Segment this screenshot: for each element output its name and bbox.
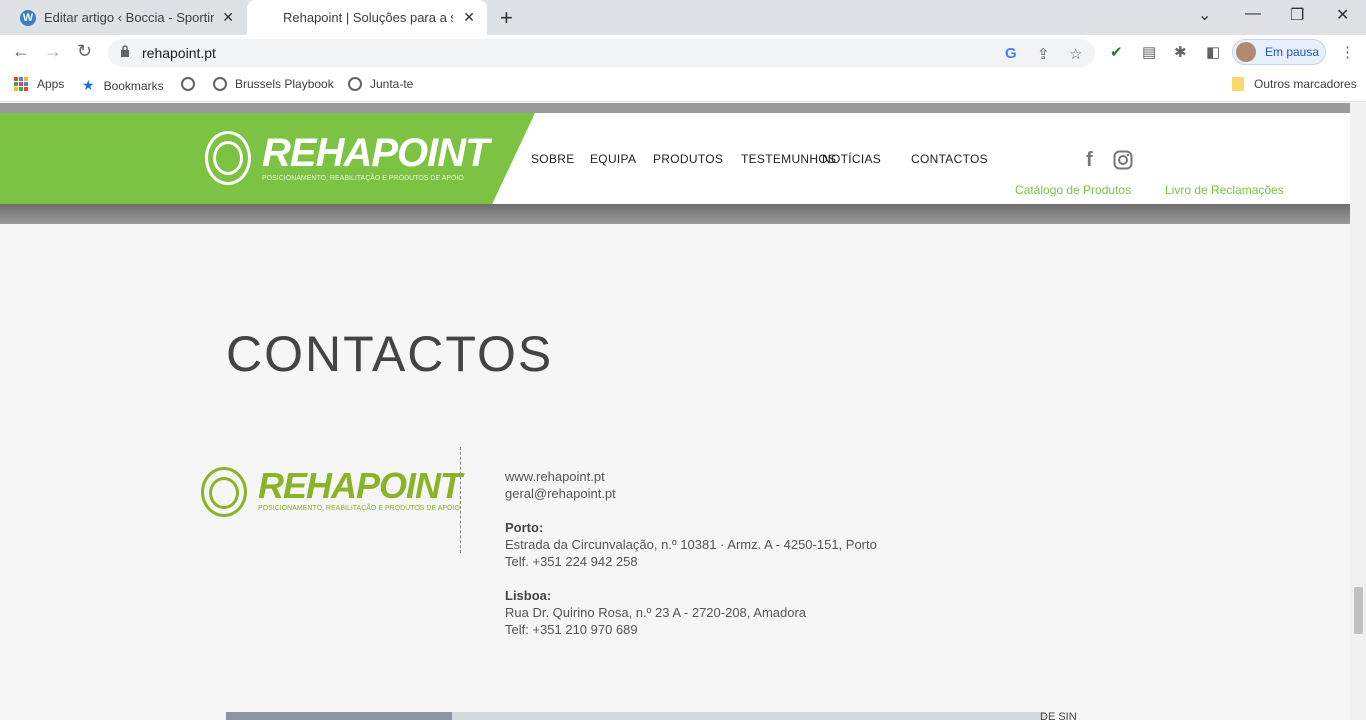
scrollbar[interactable] <box>1350 103 1366 720</box>
star-icon[interactable]: ☆ <box>1069 45 1082 63</box>
lisboa-label: Lisboa: <box>505 588 552 603</box>
contact-divider <box>460 447 461 553</box>
folder-icon <box>1232 77 1244 91</box>
close-icon[interactable]: ✕ <box>222 9 234 26</box>
footer-logo-text: REHAPOINT <box>258 465 462 506</box>
tab-wordpress[interactable]: W Editar artigo ‹ Boccia - Sporting C ✕ <box>8 0 246 35</box>
map-label: DE SIN <box>1040 711 1077 720</box>
tab-title: Rehapoint | Soluções para a sua r <box>283 10 453 25</box>
header-shadow <box>0 204 1350 224</box>
instagram-icon[interactable] <box>1113 150 1133 170</box>
back-button[interactable]: ← <box>12 41 30 62</box>
contact-email[interactable]: geral@rehapoint.pt <box>505 485 616 502</box>
map-embed[interactable] <box>226 712 1046 720</box>
page-title: CONTACTOS <box>226 326 554 382</box>
menu-contactos[interactable]: CONTACTOS <box>911 152 988 166</box>
checkmark-extension-icon[interactable]: ✔ <box>1110 43 1123 61</box>
close-icon[interactable]: ✕ <box>463 9 475 26</box>
side-panel-icon[interactable]: ◧ <box>1206 43 1220 61</box>
reload-button[interactable]: ↻ <box>77 41 92 62</box>
bookmark-bookmarks[interactable]: ★ Bookmarks <box>82 77 164 94</box>
porto-label: Porto: <box>505 520 544 535</box>
tab-title: Editar artigo ‹ Boccia - Sporting C <box>44 10 214 25</box>
porto-address: Estrada da Circunvalação, n.º 10381 · Ar… <box>505 537 877 552</box>
site-header: REHAPOINT POSICIONAMENTO, REABILITAÇÃO E… <box>0 113 1350 204</box>
facebook-icon[interactable]: f <box>1086 149 1093 172</box>
bookmark-apps[interactable]: Apps <box>14 77 64 91</box>
wordpress-icon: W <box>20 9 36 26</box>
globe-icon <box>181 77 195 91</box>
menu-noticias[interactable]: NOTÍCIAS <box>822 152 881 166</box>
logo-text: REHAPOINT <box>262 131 490 175</box>
menu-produtos[interactable]: PRODUTOS <box>653 152 723 166</box>
tab-search-chevron-icon[interactable]: ⌄ <box>1198 5 1211 25</box>
menu-equipa[interactable]: EQUIPA <box>590 152 636 166</box>
porto-phone[interactable]: Telf. +351 224 942 258 <box>505 553 638 570</box>
scrollbar-thumb[interactable] <box>1354 587 1363 634</box>
forward-button[interactable]: → <box>44 41 62 62</box>
tab-strip: W Editar artigo ‹ Boccia - Sporting C ✕ … <box>0 0 1366 35</box>
bookmark-label: Brussels Playbook <box>235 77 334 91</box>
minimize-button[interactable]: — <box>1245 5 1261 23</box>
header-top-bar <box>0 103 1350 113</box>
complaints-book-link[interactable]: Livro de Reclamações <box>1165 183 1284 197</box>
lock-icon <box>121 45 129 57</box>
reader-extension-icon[interactable]: ▤ <box>1142 43 1156 61</box>
lisboa-address: Rua Dr. Quirino Rosa, n.º 23 A - 2720-20… <box>505 605 807 620</box>
bookmark-label: Bookmarks <box>103 78 164 93</box>
page-viewport: REHAPOINT POSICIONAMENTO, REABILITAÇÃO E… <box>0 103 1366 720</box>
close-window-button[interactable]: ✕ <box>1336 5 1349 25</box>
bookmark-label: Apps <box>37 77 65 91</box>
menu-kebab-icon[interactable]: ⋮ <box>1340 43 1355 61</box>
bookmark-other[interactable]: Outros marcadores <box>1232 77 1357 91</box>
logo-panel[interactable]: REHAPOINT POSICIONAMENTO, REABILITAÇÃO E… <box>0 113 535 204</box>
tab-rehapoint[interactable]: Rehapoint | Soluções para a sua r ✕ <box>247 0 487 35</box>
apps-grid-icon <box>14 77 28 91</box>
footer-logo-ring-inner-icon <box>209 477 239 509</box>
google-icon[interactable]: G <box>1005 45 1017 62</box>
contact-website[interactable]: www.rehapoint.pt <box>505 468 605 485</box>
bookmarks-bar: Apps ★ Bookmarks Brussels Playbook Junta… <box>0 70 1366 102</box>
bookmark-label: Junta-te <box>370 77 414 91</box>
url-text: rehapoint.pt <box>142 45 216 61</box>
profile-button[interactable]: Em pausa <box>1232 39 1326 65</box>
bookmark-brussels-playbook[interactable]: Brussels Playbook <box>213 77 334 91</box>
globe-icon <box>213 77 227 91</box>
store-photo <box>226 712 452 720</box>
avatar <box>1236 42 1256 62</box>
address-bar[interactable]: rehapoint.pt G ⇪ ☆ <box>108 39 1095 67</box>
globe-icon <box>348 77 362 91</box>
lisboa-phone[interactable]: Telf: +351 210 970 689 <box>505 621 638 638</box>
logo-tagline: POSICIONAMENTO, REABILITAÇÃO E PRODUTOS … <box>262 175 464 182</box>
share-icon[interactable]: ⇪ <box>1037 45 1050 63</box>
footer-logo-tagline: POSICIONAMENTO, REABILITAÇÃO E PRODUTOS … <box>258 505 460 512</box>
catalog-link[interactable]: Catálogo de Produtos <box>1015 183 1131 197</box>
restore-button[interactable]: ❐ <box>1290 5 1304 25</box>
star-icon: ★ <box>82 77 95 93</box>
bookmark-label: Outros marcadores <box>1254 77 1357 91</box>
profile-label: Em pausa <box>1265 45 1320 59</box>
logo-ring-inner-icon <box>213 141 243 175</box>
bookmark-junta-te[interactable]: Junta-te <box>348 77 413 91</box>
menu-sobre[interactable]: SOBRE <box>531 152 575 166</box>
new-tab-button[interactable]: + <box>500 5 513 31</box>
browser-toolbar: ← → ↻ rehapoint.pt G ⇪ ☆ ✔ ▤ ✱ ◧ Em paus… <box>0 35 1366 70</box>
bookmark-globe[interactable] <box>181 77 203 91</box>
extensions-puzzle-icon[interactable]: ✱ <box>1174 43 1187 61</box>
